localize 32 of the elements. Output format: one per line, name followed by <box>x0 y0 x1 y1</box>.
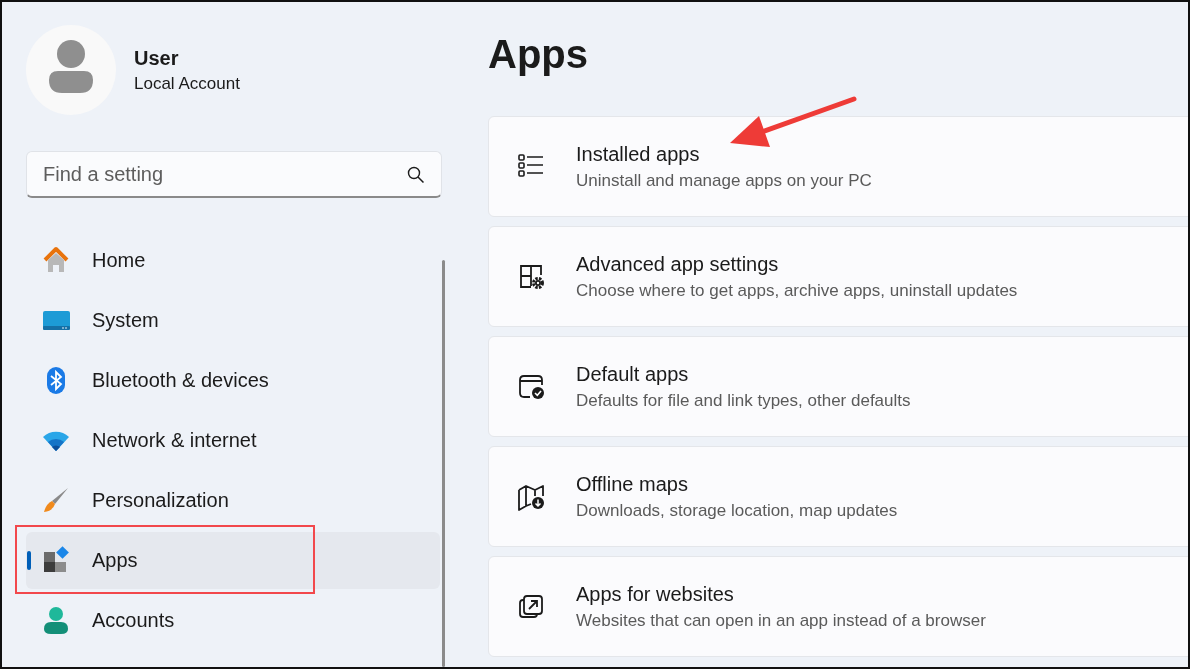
map-icon <box>517 482 546 511</box>
card-title: Default apps <box>576 362 690 386</box>
settings-card[interactable]: Advanced app settings Choose where to get apps, archive apps, uninstall updates <box>488 226 1188 327</box>
account-type: Local Account <box>134 73 240 94</box>
settings-card[interactable]: Offline maps Downloads, storage location, map updates <box>488 446 1188 547</box>
nav-item[interactable]: Home <box>26 232 440 289</box>
card-title: Installed apps <box>576 142 701 166</box>
page-title: Apps <box>488 31 588 78</box>
scrollbar[interactable] <box>442 260 445 667</box>
card-subtitle: Choose where to get apps, archive apps, uninstall updates <box>576 280 1018 301</box>
card-title: Advanced app settings <box>576 252 780 276</box>
settings-card[interactable]: Installed apps Uninstall and manage apps on your PC <box>488 116 1188 217</box>
card-subtitle: Websites that can open in an app instead of a browser <box>576 610 986 631</box>
nav-item[interactable]: Apps <box>26 532 440 589</box>
open-external-icon <box>517 592 546 621</box>
window-check-icon <box>517 372 546 401</box>
card-title: Apps for websites <box>576 582 735 606</box>
settings-card[interactable]: Default apps Defaults for file and link types, other defaults <box>488 336 1188 437</box>
nav-item[interactable]: Accounts <box>26 592 440 649</box>
card-subtitle: Defaults for file and link types, other defaults <box>576 390 911 411</box>
card-subtitle: Uninstall and manage apps on your PC <box>576 170 872 191</box>
card-title: Offline maps <box>576 472 689 496</box>
nav-item[interactable]: Network & internet <box>26 412 440 469</box>
search-icon <box>407 166 425 184</box>
user-name: User <box>134 46 180 70</box>
nav-item[interactable]: Bluetooth & devices <box>26 352 440 409</box>
settings-card[interactable]: Apps for websites Websites that can open in an app instead of a browser <box>488 556 1188 657</box>
nav-item[interactable]: Personalization <box>26 472 440 529</box>
search-field[interactable]: Find a setting <box>26 151 442 198</box>
card-subtitle: Downloads, storage location, map updates <box>576 500 898 521</box>
gear-icon <box>517 262 546 291</box>
nav-item[interactable]: System <box>26 292 440 349</box>
